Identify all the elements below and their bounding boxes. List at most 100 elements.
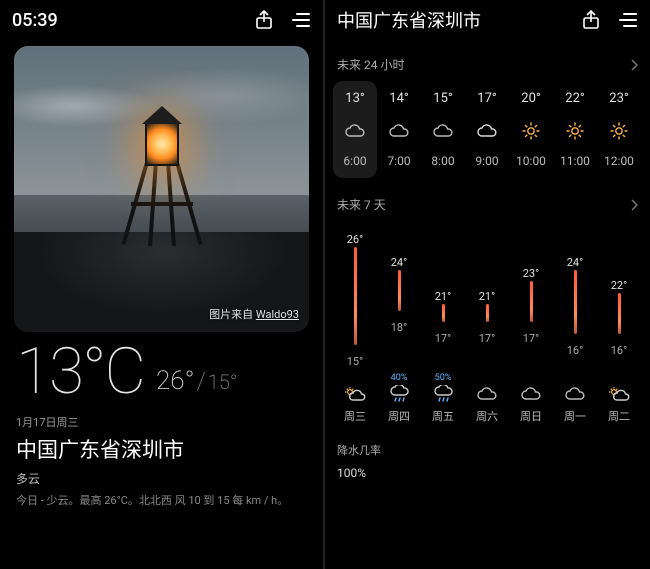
hourly-column[interactable]: 14° 7:00 [377, 81, 421, 178]
photo-attr-prefix: 图片来自 [209, 308, 256, 321]
high-low-block: 26° / 15° [156, 366, 237, 396]
daily-bar-zone: 23° 17° [509, 221, 553, 371]
partly-icon [608, 386, 630, 402]
weather-photo-card: 图片来自 Waldo93 [14, 46, 309, 332]
daily-temp-bar [442, 304, 445, 322]
menu-icon[interactable] [618, 12, 638, 28]
daily-temp-bar [618, 293, 621, 334]
share-icon[interactable] [582, 10, 600, 30]
hourly-column[interactable]: 15° 8:00 [421, 81, 465, 178]
photo-credit-link[interactable]: Waldo93 [256, 308, 299, 321]
hourly-time: 12:00 [604, 154, 634, 168]
daily-name: 周五 [432, 408, 454, 424]
daily-bar-zone: 24° 18° [377, 221, 421, 371]
daily-temp-bar [574, 270, 577, 334]
daily-column[interactable]: 24° 18° 40% 周四 [377, 221, 421, 424]
daily-section-header: 未来 7 天 [337, 196, 638, 213]
hourly-column[interactable]: 13° 6:00 [333, 81, 377, 178]
photo-lantern [127, 106, 197, 246]
precipitation-value: 100% [337, 466, 638, 480]
cloud-icon [564, 386, 586, 402]
daily-low: 17° [523, 332, 539, 345]
precipitation-label: 降水几率 [337, 442, 638, 458]
daily-temp-bar [354, 247, 357, 346]
cloud-icon [388, 122, 410, 140]
daily-forecast-chart[interactable]: 26° 15° 周三 24° 18° 40% 周四 21° 17° 50% 周五… [333, 221, 650, 424]
hourly-column[interactable]: 22° 11:00 [553, 81, 597, 178]
daily-name: 周日 [520, 408, 542, 424]
hourly-column[interactable]: 17° 9:00 [465, 81, 509, 178]
daily-high: 21° [479, 290, 495, 303]
hourly-temp: 22° [565, 91, 584, 106]
daily-low: 17° [435, 332, 451, 345]
cloud-icon [432, 122, 454, 140]
rain-icon [433, 386, 453, 402]
location-label: 中国广东省深圳市 [16, 434, 307, 464]
condition-label: 多云 [16, 470, 307, 487]
weather-screen-main: 05:39 图片来自 Waldo93 [0, 0, 323, 569]
hourly-time: 8:00 [431, 154, 454, 168]
daily-section-label: 未来 7 天 [337, 196, 386, 213]
daily-precip: 40% [391, 373, 408, 385]
hourly-forecast-strip[interactable]: 13° 6:00 14° 7:00 15° 8:00 17° 9:00 20° … [333, 81, 650, 178]
status-bar: 05:39 [0, 0, 323, 38]
daily-name: 周三 [344, 408, 366, 424]
cloud-icon [520, 386, 542, 402]
daily-column[interactable]: 23° 17° 周日 [509, 221, 553, 424]
temp-separator: / [195, 367, 208, 395]
status-actions [255, 10, 311, 30]
weather-screen-detail: 中国广东省深圳市 未来 24 小时 13° 6:00 14° 7:00 15° [323, 0, 650, 569]
daily-name: 周二 [608, 408, 630, 424]
daily-column[interactable]: 26° 15° 周三 [333, 221, 377, 424]
menu-icon[interactable] [291, 12, 311, 28]
hourly-time: 7:00 [387, 154, 410, 168]
share-icon[interactable] [255, 10, 273, 30]
daily-column[interactable]: 21° 17° 50% 周五 [421, 221, 465, 424]
daily-temp-bar [486, 304, 489, 322]
hourly-temp: 13° [345, 91, 364, 106]
high-temperature: 26° [156, 366, 195, 396]
hourly-expand-icon[interactable] [631, 59, 638, 71]
summary-label: 今日 - 少云。最高 26°C。北北西 风 10 到 15 每 km / h。 [16, 493, 306, 510]
daily-column[interactable]: 22° 16° 周二 [597, 221, 641, 424]
daily-column[interactable]: 21° 17° 周六 [465, 221, 509, 424]
current-temperature: 13°C [16, 340, 144, 404]
daily-low: 18° [391, 321, 407, 334]
sun-icon [566, 122, 584, 140]
rain-icon [389, 386, 409, 402]
daily-column[interactable]: 24° 16° 周一 [553, 221, 597, 424]
daily-expand-icon[interactable] [631, 199, 638, 211]
hourly-temp: 15° [433, 91, 452, 106]
daily-name: 周一 [564, 408, 586, 424]
hourly-time: 11:00 [560, 154, 590, 168]
date-label: 1月17日周三 [16, 414, 307, 430]
daily-bar-zone: 22° 16° [597, 221, 641, 371]
status-time: 05:39 [12, 10, 58, 31]
daily-precip: 50% [435, 373, 452, 385]
daily-name: 周六 [476, 408, 498, 424]
cloud-icon [476, 386, 498, 402]
daily-temp-bar [398, 270, 401, 311]
partly-icon [344, 386, 366, 402]
daily-temp-bar [530, 281, 533, 322]
hourly-time: 9:00 [475, 154, 498, 168]
precipitation-section: 降水几率 100% [337, 442, 638, 480]
hourly-temp: 14° [389, 91, 408, 106]
hourly-section-label: 未来 24 小时 [337, 56, 404, 73]
low-temperature: 15° [208, 370, 238, 394]
hourly-column[interactable]: 23° 12:00 [597, 81, 641, 178]
daily-high: 24° [567, 256, 583, 269]
daily-bar-zone: 26° 15° [333, 221, 377, 371]
temperature-row: 13°C 26° / 15° [16, 340, 307, 404]
hourly-column[interactable]: 20° 10:00 [509, 81, 553, 178]
detail-location-title: 中国广东省深圳市 [337, 7, 481, 33]
sun-icon [610, 122, 628, 140]
cloud-icon [344, 122, 366, 140]
hourly-section-header: 未来 24 小时 [337, 56, 638, 73]
daily-high: 26° [347, 233, 363, 246]
daily-low: 17° [479, 332, 495, 345]
daily-high: 21° [435, 290, 451, 303]
hourly-temp: 20° [521, 91, 540, 106]
daily-bar-zone: 24° 16° [553, 221, 597, 371]
daily-high: 23° [523, 267, 539, 280]
